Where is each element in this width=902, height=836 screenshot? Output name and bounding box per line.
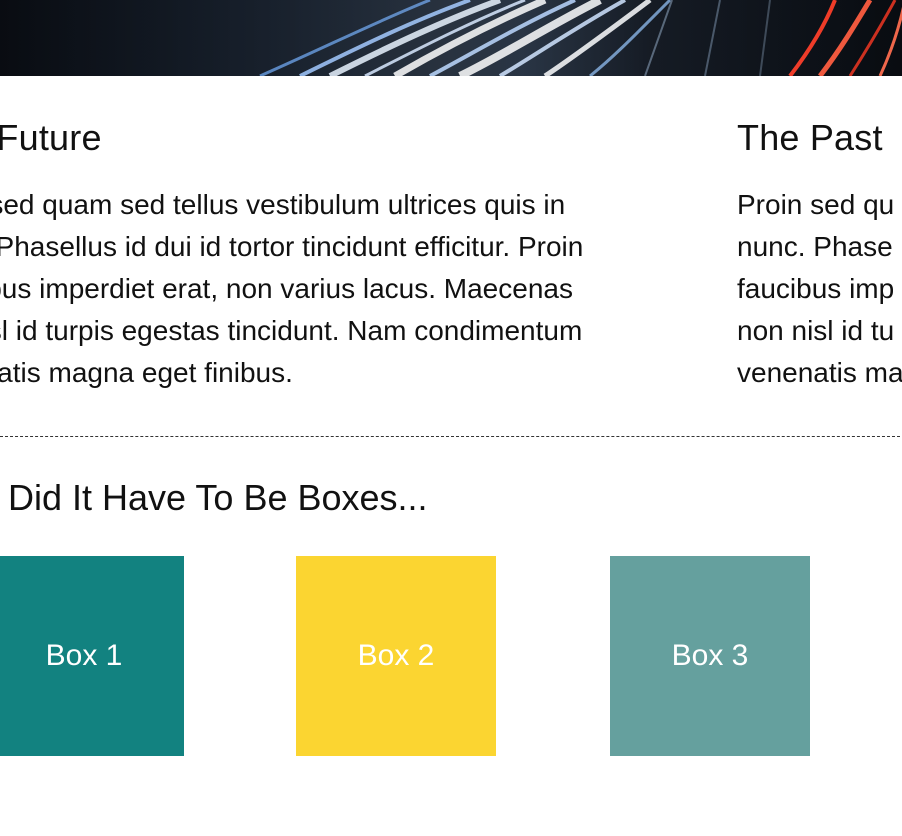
- box-3-label: Box 3: [671, 639, 749, 672]
- section-divider: [0, 436, 900, 437]
- future-paragraph-line: cibus imperdiet erat, non varius lacus. …: [0, 273, 573, 304]
- box-1[interactable]: Box 1: [0, 556, 184, 756]
- past-paragraph-line: non nisl id tu: [737, 315, 895, 346]
- past-section-title: The Past: [737, 117, 883, 158]
- future-paragraph-line: c. Phasellus id dui id tortor tincidunt …: [0, 231, 584, 262]
- future-section-paragraph: n sed quam sed tellus vestibulum ultrice…: [0, 184, 676, 394]
- page: e Future n sed quam sed tellus vestibulu…: [0, 0, 902, 836]
- box-2[interactable]: Box 2: [296, 556, 496, 756]
- past-section-paragraph: Proin sed qu nunc. Phase faucibus imp no…: [737, 184, 902, 394]
- past-paragraph-line: nunc. Phase: [737, 231, 893, 262]
- past-paragraph-line: Proin sed qu: [737, 189, 895, 220]
- box-3[interactable]: Box 3: [610, 556, 810, 756]
- future-paragraph-line: enatis magna eget finibus.: [0, 357, 293, 388]
- past-paragraph-line: faucibus imp: [737, 273, 895, 304]
- light-trails-image: [0, 0, 902, 76]
- hero-image: [0, 0, 902, 76]
- box-2-label: Box 2: [357, 639, 435, 672]
- future-section: e Future n sed quam sed tellus vestibulu…: [0, 116, 676, 394]
- boxes-section-title: y Did It Have To Be Boxes...: [0, 477, 428, 518]
- past-section: The Past Proin sed qu nunc. Phase faucib…: [737, 116, 902, 394]
- past-paragraph-line: venenatis ma: [737, 357, 902, 388]
- box-1-label: Box 1: [45, 639, 123, 672]
- future-paragraph-line: nisl id turpis egestas tincidunt. Nam co…: [0, 315, 583, 346]
- future-paragraph-line: n sed quam sed tellus vestibulum ultrice…: [0, 189, 566, 220]
- future-section-title: e Future: [0, 117, 102, 158]
